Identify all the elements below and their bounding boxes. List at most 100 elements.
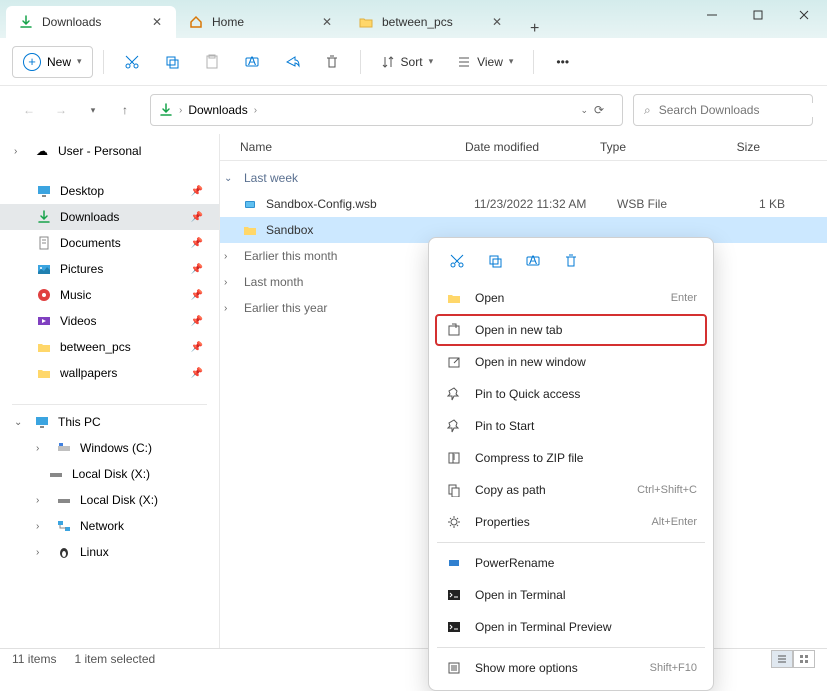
paste-button[interactable] — [194, 44, 230, 80]
tab-home[interactable]: Home ✕ — [176, 6, 346, 38]
ctx-open-terminal[interactable]: Open in Terminal — [435, 579, 707, 611]
desktop-icon — [36, 183, 52, 199]
minimize-button[interactable] — [689, 0, 735, 30]
search-input[interactable] — [659, 103, 814, 117]
document-icon — [36, 235, 52, 251]
ctx-open-terminal-preview[interactable]: Open in Terminal Preview — [435, 611, 707, 643]
address-field[interactable]: › Downloads › ⌄ ⟳ — [150, 94, 623, 126]
cut-button[interactable] — [114, 44, 150, 80]
status-selected-count: 1 item selected — [74, 652, 155, 666]
overflow-button[interactable]: ••• — [544, 49, 581, 75]
list-icon — [457, 55, 471, 69]
ctx-pin-start[interactable]: Pin to Start — [435, 410, 707, 442]
download-arrow-icon — [159, 103, 173, 117]
delete-button[interactable] — [553, 246, 589, 276]
file-size: 1 KB — [725, 197, 785, 211]
chevron-right-icon: › — [36, 547, 48, 558]
sidebar-item-videos[interactable]: Videos 📌 — [0, 308, 219, 334]
up-button[interactable]: ↑ — [110, 95, 140, 125]
address-dropdown[interactable]: ⌄ — [580, 105, 588, 116]
sidebar-item-music[interactable]: Music 📌 — [0, 282, 219, 308]
sidebar-linux[interactable]: › Linux — [0, 539, 219, 565]
sidebar-item-wallpapers[interactable]: wallpapers 📌 — [0, 360, 219, 386]
close-icon[interactable]: ✕ — [150, 15, 164, 29]
wsb-file-icon — [242, 196, 258, 212]
column-name[interactable]: Name — [240, 140, 465, 154]
view-label: View — [477, 55, 503, 69]
terminal-icon — [445, 586, 463, 604]
forward-button[interactable]: → — [46, 95, 76, 125]
tab-label: Downloads — [42, 15, 142, 29]
ctx-power-rename[interactable]: PowerRename — [435, 547, 707, 579]
new-tab-button[interactable]: + — [516, 20, 553, 38]
sidebar-this-pc[interactable]: ⌄ This PC — [0, 409, 219, 435]
ctx-open-new-tab[interactable]: Open in new tab — [435, 314, 707, 346]
tab-between-pcs[interactable]: between_pcs ✕ — [346, 6, 516, 38]
rename-button[interactable]: A — [515, 246, 551, 276]
details-view-button[interactable] — [771, 650, 793, 668]
sidebar-drive-windows[interactable]: › Windows (C:) — [0, 435, 219, 461]
ctx-properties[interactable]: Properties Alt+Enter — [435, 506, 707, 538]
sidebar-drive-local-x2[interactable]: › Local Disk (X:) — [0, 487, 219, 513]
sidebar-item-between-pcs[interactable]: between_pcs 📌 — [0, 334, 219, 360]
sidebar-label: Local Disk (X:) — [80, 493, 158, 507]
recent-dropdown[interactable]: ▾ — [78, 95, 108, 125]
sidebar-item-downloads[interactable]: Downloads 📌 — [0, 204, 219, 230]
column-type[interactable]: Type — [600, 140, 700, 154]
sort-button[interactable]: Sort ▾ — [371, 49, 444, 75]
search-box[interactable]: ⌕ — [633, 94, 813, 126]
maximize-button[interactable] — [735, 0, 781, 30]
pin-icon: 📌 — [191, 368, 211, 379]
pin-icon: 📌 — [191, 290, 211, 301]
sidebar-network[interactable]: › Network — [0, 513, 219, 539]
ctx-show-more[interactable]: Show more options Shift+F10 — [435, 652, 707, 684]
zip-icon — [445, 449, 463, 467]
new-button[interactable]: + New ▾ — [12, 46, 93, 78]
view-button[interactable]: View ▾ — [447, 49, 523, 75]
ctx-open[interactable]: Open Enter — [435, 282, 707, 314]
delete-button[interactable] — [314, 44, 350, 80]
refresh-button[interactable]: ⟳ — [594, 103, 614, 117]
sidebar-label: Music — [60, 288, 91, 302]
tab-downloads[interactable]: Downloads ✕ — [6, 6, 176, 38]
window-controls — [689, 0, 827, 38]
sidebar-drive-local-x1[interactable]: Local Disk (X:) — [0, 461, 219, 487]
sidebar-item-pictures[interactable]: Pictures 📌 — [0, 256, 219, 282]
ctx-label: Open in new window — [475, 355, 697, 369]
sidebar-item-documents[interactable]: Documents 📌 — [0, 230, 219, 256]
folder-icon — [358, 14, 374, 30]
folder-icon — [36, 365, 52, 381]
pin-icon — [445, 385, 463, 403]
ctx-compress-zip[interactable]: Compress to ZIP file — [435, 442, 707, 474]
music-icon — [36, 287, 52, 303]
address-segment[interactable]: Downloads — [188, 103, 247, 117]
share-button[interactable] — [274, 44, 310, 80]
column-date[interactable]: Date modified — [465, 140, 600, 154]
pin-icon: 📌 — [191, 238, 211, 249]
context-quick-actions: A — [435, 244, 707, 282]
copy-button[interactable] — [154, 44, 190, 80]
column-size[interactable]: Size — [700, 140, 760, 154]
file-row[interactable]: Sandbox-Config.wsb 11/23/2022 11:32 AM W… — [220, 191, 827, 217]
ctx-label: Open in Terminal Preview — [475, 620, 697, 634]
sidebar-item-desktop[interactable]: Desktop 📌 — [0, 178, 219, 204]
group-last-week[interactable]: ⌄ Last week — [220, 165, 827, 191]
ctx-copy-path[interactable]: Copy as path Ctrl+Shift+C — [435, 474, 707, 506]
sidebar-label: User - Personal — [58, 144, 141, 158]
ctx-open-new-window[interactable]: Open in new window — [435, 346, 707, 378]
thumbnails-view-button[interactable] — [793, 650, 815, 668]
download-arrow-icon — [36, 209, 52, 225]
rename-button[interactable]: A — [234, 44, 270, 80]
copy-button[interactable] — [477, 246, 513, 276]
ctx-label: Copy as path — [475, 483, 625, 497]
network-icon — [56, 518, 72, 534]
back-button[interactable]: ← — [14, 95, 44, 125]
ctx-pin-quick-access[interactable]: Pin to Quick access — [435, 378, 707, 410]
sidebar-user-personal[interactable]: › ☁ User - Personal — [0, 138, 219, 164]
ctx-accelerator: Alt+Enter — [651, 516, 697, 528]
close-button[interactable] — [781, 0, 827, 30]
close-icon[interactable]: ✕ — [320, 15, 334, 29]
cut-button[interactable] — [439, 246, 475, 276]
close-icon[interactable]: ✕ — [490, 15, 504, 29]
file-name: Sandbox — [266, 223, 466, 237]
